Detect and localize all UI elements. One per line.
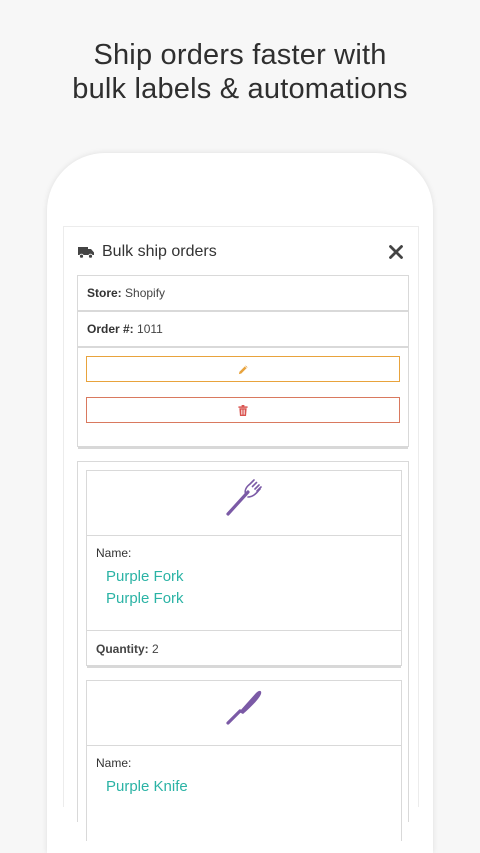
headline-line-2: bulk labels & automations xyxy=(72,73,408,105)
store-label: Store: xyxy=(87,286,122,300)
delete-order-button[interactable] xyxy=(86,397,400,423)
line-item-card: Name: Purple Fork Purple Fork Quantity: … xyxy=(86,470,402,668)
truck-icon xyxy=(78,247,94,259)
order-number-row: Order #: 1011 xyxy=(77,311,409,347)
order-actions-panel xyxy=(77,347,409,449)
fork-icon xyxy=(226,479,262,516)
item-name-value: Purple Fork xyxy=(106,568,184,585)
modal-header: Bulk ship orders xyxy=(78,241,404,263)
order-number-value: 1011 xyxy=(137,322,163,336)
pencil-icon xyxy=(238,364,248,374)
trash-icon xyxy=(238,404,248,416)
order-number-label: Order #: xyxy=(87,322,134,336)
item-name-label: Name: xyxy=(96,756,132,770)
headline-line-1: Ship orders faster with xyxy=(93,39,387,71)
knife-icon xyxy=(226,690,262,725)
line-items-panel: Name: Purple Fork Purple Fork Quantity: … xyxy=(77,461,409,841)
bulk-ship-modal: Bulk ship orders Store: Shopify Order #:… xyxy=(63,226,419,841)
item-name-label: Name: xyxy=(96,546,132,560)
item-quantity-label: Quantity: xyxy=(96,642,149,656)
store-row: Store: Shopify xyxy=(77,275,409,311)
modal-title: Bulk ship orders xyxy=(102,243,217,260)
edit-order-button[interactable] xyxy=(86,356,400,382)
item-quantity-row: Quantity: 2 xyxy=(87,630,401,667)
item-quantity-value: 2 xyxy=(152,642,159,656)
item-name-value: Purple Fork xyxy=(106,590,184,607)
line-item-card: Name: Purple Knife xyxy=(86,680,402,841)
close-icon[interactable] xyxy=(388,244,404,260)
store-value: Shopify xyxy=(125,286,166,300)
headline: Ship orders faster with bulk labels & au… xyxy=(0,38,480,106)
item-name-value: Purple Knife xyxy=(106,778,188,795)
